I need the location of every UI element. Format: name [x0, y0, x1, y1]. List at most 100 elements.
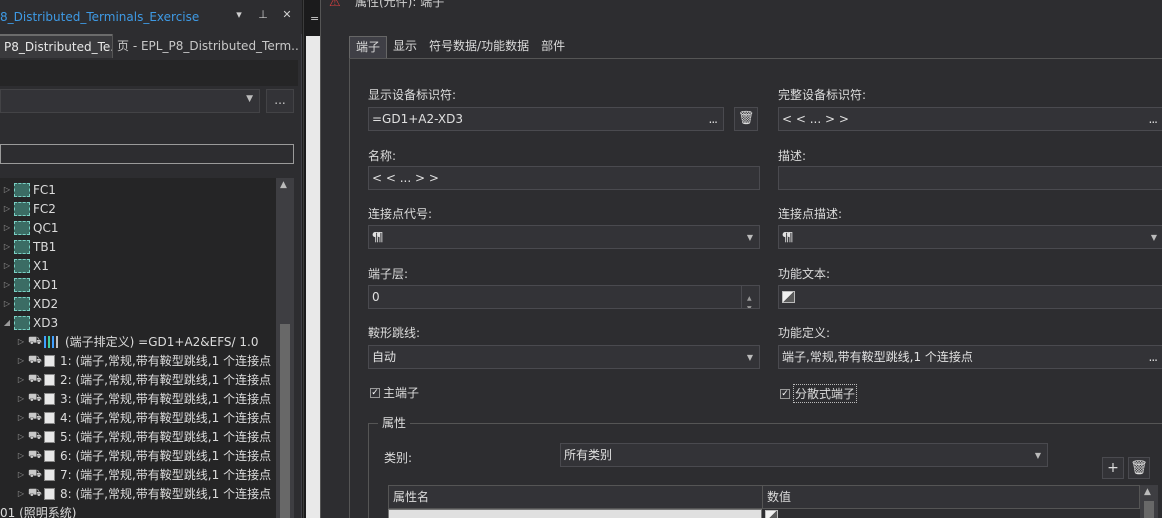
warning-icon: ⚠: [329, 0, 341, 10]
editor-tab-glyph[interactable]: =: [310, 12, 319, 25]
category-label: 类别:: [384, 451, 413, 465]
tree-item[interactable]: ▷ ⛟ 6: (端子,常规,带有鞍型跳线,1 个连接点: [0, 446, 276, 465]
connection-desc-select[interactable]: ¶¶ ▼: [778, 225, 1162, 249]
chevron-down-icon: ▼: [1150, 233, 1157, 242]
tree-item[interactable]: ▷ ⛟ 2: (端子,常规,带有鞍型跳线,1 个连接点: [0, 370, 276, 389]
trash-icon[interactable]: 🗑: [734, 107, 758, 131]
spinner-buttons[interactable]: ▲ ▼: [741, 286, 759, 308]
function-def-value: 端子,常规,带有鞍型跳线,1 个连接点: [782, 350, 973, 364]
close-icon[interactable]: ✕: [280, 8, 294, 21]
distributed-terminal-checkbox[interactable]: ✓ 分散式端子: [780, 384, 858, 403]
function-def-browse-button[interactable]: ...: [1149, 346, 1159, 368]
expand-icon[interactable]: ▷: [2, 204, 12, 213]
name-field[interactable]: < < ... > >: [368, 166, 760, 190]
property-name-cell[interactable]: [388, 509, 762, 518]
expand-icon[interactable]: ▷: [16, 451, 26, 460]
tab-parts[interactable]: 部件: [535, 36, 571, 58]
expand-icon[interactable]: ▷: [16, 394, 26, 403]
tree-item[interactable]: ▷ ⛟ (端子排定义) =GD1+A2&EFS/ 1.0: [0, 332, 276, 351]
tree-item[interactable]: ▷ ⛟ 7: (端子,常规,带有鞍型跳线,1 个连接点: [0, 465, 276, 484]
property-value-cell[interactable]: [762, 509, 1140, 518]
tree-item[interactable]: ▷ ⛟ 8: (端子,常规,带有鞍型跳线,1 个连接点: [0, 484, 276, 503]
expand-icon[interactable]: ▷: [16, 337, 26, 346]
add-property-button[interactable]: +: [1102, 457, 1124, 479]
scroll-up-icon[interactable]: ▲: [280, 180, 287, 190]
expand-icon[interactable]: ▷: [2, 242, 12, 251]
delete-property-button[interactable]: 🗑: [1128, 457, 1150, 479]
expand-icon[interactable]: ▷: [16, 375, 26, 384]
device-icon: [14, 220, 30, 235]
function-def-field[interactable]: 端子,常规,带有鞍型跳线,1 个连接点 ...: [778, 345, 1162, 369]
filter-combo[interactable]: ▼: [0, 89, 260, 113]
full-id-browse-button[interactable]: ...: [1149, 108, 1159, 130]
main-terminal-checkbox[interactable]: ✓ 主端子: [370, 384, 419, 401]
scroll-thumb[interactable]: [1144, 501, 1154, 518]
full-id-label: 完整设备标识符:: [778, 88, 867, 102]
expand-icon[interactable]: ▷: [16, 356, 26, 365]
tree-item-label: 7: (端子,常规,带有鞍型跳线,1 个连接点: [60, 468, 272, 482]
search-input[interactable]: [0, 144, 294, 164]
grid-scrollbar[interactable]: ▲: [1140, 485, 1158, 518]
connection-code-value: ¶¶: [372, 230, 384, 244]
display-id-browse-button[interactable]: ...: [709, 108, 719, 130]
expand-icon[interactable]: ▷: [2, 185, 12, 194]
display-id-field[interactable]: =GD1+A2-XD3 ...: [368, 107, 724, 131]
connection-code-select[interactable]: ¶¶ ▼: [368, 225, 760, 249]
tree-item[interactable]: ◢ XD3: [0, 313, 276, 332]
expand-icon[interactable]: ▷: [16, 432, 26, 441]
tree-item[interactable]: ▷ XD2: [0, 294, 276, 313]
spin-down-icon[interactable]: ▼: [747, 298, 752, 308]
description-field[interactable]: [778, 166, 1162, 190]
tab-project[interactable]: P8_Distributed_Te...: [0, 34, 112, 58]
tree-item[interactable]: ▷ ⛟ 1: (端子,常规,带有鞍型跳线,1 个连接点: [0, 351, 276, 370]
expand-icon[interactable]: ▷: [2, 299, 12, 308]
scroll-thumb[interactable]: [280, 324, 290, 518]
column-header-value[interactable]: 数值: [763, 486, 1139, 508]
tree-item[interactable]: ▷ FC1: [0, 180, 276, 199]
expand-icon[interactable]: ▷: [2, 261, 12, 270]
column-header-property-name[interactable]: 属性名: [389, 486, 763, 508]
tree-item[interactable]: ▷ QC1: [0, 218, 276, 237]
terminal-layer-stepper[interactable]: 0 ▲ ▼: [368, 285, 760, 309]
tree-item-label: 6: (端子,常规,带有鞍型跳线,1 个连接点: [60, 449, 272, 463]
expand-icon[interactable]: ▷: [2, 223, 12, 232]
expand-icon[interactable]: ▷: [16, 489, 26, 498]
tree-item-label: X1: [33, 258, 49, 273]
tree-scrollbar[interactable]: ▲: [276, 178, 294, 518]
table-row[interactable]: [388, 509, 1140, 518]
tab-symbol-data[interactable]: 符号数据/功能数据: [423, 36, 535, 58]
filter-more-button[interactable]: ...: [266, 89, 294, 113]
strip-definition-icon: [44, 335, 62, 348]
tab-terminal[interactable]: 端子: [349, 36, 388, 58]
checkmark-icon[interactable]: ✓: [780, 388, 790, 399]
tab-pages[interactable]: 页 - EPL_P8_Distributed_Term...: [112, 34, 300, 58]
tab-display[interactable]: 显示: [387, 36, 423, 58]
tree-item-label: TB1: [33, 239, 57, 254]
expand-icon[interactable]: ◢: [2, 318, 12, 327]
terminal-layer-label: 端子层:: [368, 267, 409, 281]
jumper-select[interactable]: 自动 ▼: [368, 345, 760, 369]
expand-icon[interactable]: ▷: [16, 470, 26, 479]
tree-item[interactable]: ▷ X1: [0, 256, 276, 275]
plus-icon: +: [1107, 460, 1119, 476]
tree-item[interactable]: ▷ XD1: [0, 275, 276, 294]
tree-item[interactable]: ▷ FC2: [0, 199, 276, 218]
device-tree[interactable]: ▷ FC1 ▷ FC2 ▷ QC1 ▷ TB1 ▷ X1 ▷ XD1 ▷ XD2 ◢ XD3 ▷ ⛟ (端子排定义)…: [0, 178, 276, 518]
function-text-field[interactable]: [778, 285, 1162, 309]
category-select[interactable]: 所有类别 ▼: [560, 443, 1048, 467]
terminal-icon: [44, 487, 55, 500]
tree-item[interactable]: ▷ ⛟ 4: (端子,常规,带有鞍型跳线,1 个连接点: [0, 408, 276, 427]
tree-item[interactable]: ▷ ⛟ 3: (端子,常规,带有鞍型跳线,1 个连接点: [0, 389, 276, 408]
scroll-up-icon[interactable]: ▲: [1144, 487, 1151, 497]
dropdown-icon[interactable]: ▾: [232, 8, 246, 21]
pin-icon[interactable]: ⊥: [256, 8, 270, 21]
tree-item[interactable]: ▷ ⛟ 5: (端子,常规,带有鞍型跳线,1 个连接点: [0, 427, 276, 446]
terminal-icon: [44, 449, 55, 462]
expand-icon[interactable]: ▷: [2, 280, 12, 289]
full-id-field[interactable]: < < ... > > ...: [778, 107, 1162, 131]
dialog-tabs: 端子 显示 符号数据/功能数据 部件: [349, 36, 571, 58]
checkmark-icon[interactable]: ✓: [370, 387, 380, 398]
tree-item[interactable]: 01 (照明系统): [0, 503, 276, 518]
tree-item[interactable]: ▷ TB1: [0, 237, 276, 256]
expand-icon[interactable]: ▷: [16, 413, 26, 422]
